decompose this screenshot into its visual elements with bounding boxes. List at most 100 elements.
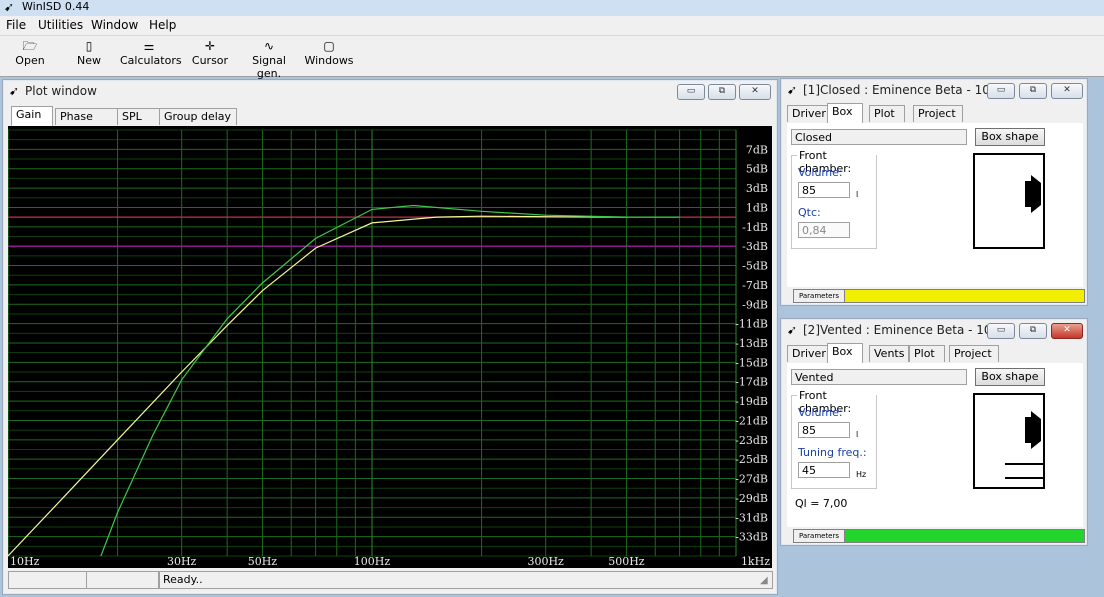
box-shape-button[interactable]: Box shape (975, 368, 1045, 386)
y-tick-label: 5dB (746, 163, 768, 176)
y-tick-label: -11dB (735, 318, 768, 331)
y-tick-label: -5dB (742, 260, 768, 273)
y-tick-label: -21dB (735, 414, 768, 427)
signal-gen-button-label: Signal gen. (252, 54, 286, 80)
series-line-2 (100, 204, 680, 557)
box-shape-button[interactable]: Box shape (975, 128, 1045, 146)
folder-open-icon: 🗁 (22, 39, 38, 53)
menu-utilities[interactable]: Utilities (38, 18, 83, 32)
main-toolbar: 🗁 Open ▯ New ⚌ Calculators ✛ Cursor ∿ Si… (0, 36, 1104, 80)
series-line-1 (8, 215, 627, 557)
tab-box[interactable]: Box (827, 343, 863, 363)
vented-parameters-bar[interactable]: Parameters (793, 529, 1085, 543)
tab-phase-plot[interactable]: Phase plot (55, 108, 120, 138)
calculator-icon: ⚌ (143, 39, 155, 53)
vented-parameters-color (845, 530, 1084, 542)
vented-box-window: ➹ [2]Vented : Eminence Beta - 10 ▭ ⧉ ✕ D… (780, 318, 1088, 546)
closed-box-tab-panel: Closed Box shape Front chamber: Volume: … (787, 123, 1083, 287)
windows-button-label: Windows (304, 54, 354, 67)
volume-input[interactable]: 85 (798, 182, 850, 198)
closed-window-titlebar[interactable]: ➹ [1]Closed : Eminence Beta - 10 ▭ ⧉ ✕ (781, 79, 1087, 101)
y-tick-label: -29dB (735, 492, 768, 505)
volume-input[interactable]: 85 (798, 422, 850, 438)
y-tick-label: -3dB (742, 240, 768, 253)
tuning-freq-unit: Hz (856, 470, 867, 479)
gain-plot[interactable]: 7dB 5dB 3dB 1dB -1dB -3dB -5dB -7dB -9dB -11dB -13… (8, 126, 772, 568)
y-tick-label: -27dB (735, 473, 768, 486)
box-type-field: Closed (791, 129, 967, 145)
x-tick-label: 30Hz (167, 555, 197, 568)
resize-grip-icon[interactable]: ◢ (760, 575, 768, 586)
x-tick-label: 100Hz (354, 555, 391, 568)
minimize-icon[interactable]: ▭ (677, 84, 705, 100)
closed-tabs: Driver Box Plot Project (785, 103, 1083, 123)
box-shape-drawing (973, 153, 1045, 249)
restore-icon[interactable]: ⧉ (1019, 83, 1047, 99)
plot-window-titlebar[interactable]: ➹ Plot window ▭ ⧉ ✕ (3, 80, 777, 102)
box-type-field: Vented (791, 369, 967, 385)
volume-label: Volume: (798, 166, 843, 179)
volume-label: Volume: (798, 406, 843, 419)
tab-group-delay[interactable]: Group delay (159, 108, 237, 125)
open-button[interactable]: 🗁 Open (14, 38, 46, 67)
front-chamber-group: Front chamber: Volume: 85 l Tuning freq.… (791, 389, 877, 489)
windows-icon: ▢ (323, 39, 335, 53)
plot-window-icon: ➹ (9, 84, 20, 98)
app-title: WinISD 0.44 (22, 0, 90, 13)
tab-spl[interactable]: SPL (117, 108, 161, 125)
y-tick-label: 7dB (746, 143, 768, 156)
menu-file[interactable]: File (6, 18, 26, 32)
tab-project[interactable]: Project (949, 345, 999, 362)
winisd-app-icon: ➹ (4, 0, 15, 14)
status-cell-2 (86, 571, 159, 589)
closed-parameters-bar[interactable]: Parameters (793, 289, 1085, 303)
open-button-label: Open (15, 54, 45, 67)
tuning-freq-label: Tuning freq.: (798, 446, 867, 459)
vented-box-tab-panel: Vented Box shape Front chamber: Volume: … (787, 363, 1083, 527)
tuning-freq-input[interactable]: 45 (798, 462, 850, 478)
volume-unit: l (856, 430, 859, 439)
restore-icon[interactable]: ⧉ (1019, 323, 1047, 339)
status-text: Ready.. (159, 571, 773, 589)
gain-chart-svg[interactable]: 7dB 5dB 3dB 1dB -1dB -3dB -5dB -7dB -9dB -11dB -13… (8, 126, 772, 568)
closed-parameters-color (845, 290, 1084, 302)
y-tick-label: 3dB (746, 182, 768, 195)
vented-window-title: [2]Vented : Eminence Beta - 10 (803, 323, 992, 337)
windows-button[interactable]: ▢ Windows (304, 38, 354, 67)
closed-box-window: ➹ [1]Closed : Eminence Beta - 10 ▭ ⧉ ✕ D… (780, 78, 1088, 306)
tab-gain[interactable]: Gain (11, 106, 53, 126)
menu-window[interactable]: Window (91, 18, 138, 32)
tab-vents[interactable]: Vents (869, 345, 909, 362)
front-chamber-group: Front chamber: Volume: 85 l Qtc: 0,84 (791, 149, 877, 249)
restore-icon[interactable]: ⧉ (708, 84, 736, 100)
cursor-button[interactable]: ✛ Cursor (190, 38, 230, 67)
closed-window-icon: ➹ (787, 83, 798, 97)
y-tick-label: -19dB (735, 395, 768, 408)
close-icon[interactable]: ✕ (1051, 323, 1083, 339)
tab-driver[interactable]: Driver (787, 105, 829, 122)
menu-bar: File Utilities Window Help (0, 16, 1104, 36)
tab-plot[interactable]: Plot (869, 105, 905, 122)
calculators-button[interactable]: ⚌ Calculators (120, 38, 182, 67)
tab-plot[interactable]: Plot (909, 345, 945, 362)
vented-window-titlebar[interactable]: ➹ [2]Vented : Eminence Beta - 10 ▭ ⧉ ✕ (781, 319, 1087, 341)
status-cell-1 (8, 571, 87, 589)
tab-box[interactable]: Box (827, 103, 863, 123)
minimize-icon[interactable]: ▭ (987, 323, 1015, 339)
minimize-icon[interactable]: ▭ (987, 83, 1015, 99)
tab-driver[interactable]: Driver (787, 345, 829, 362)
y-tick-label: -33dB (735, 531, 768, 544)
new-button[interactable]: ▯ New (74, 38, 104, 67)
parameters-label: Parameters (794, 290, 845, 302)
tab-project[interactable]: Project (913, 105, 963, 122)
close-icon[interactable]: ✕ (739, 84, 771, 100)
plot-window-title: Plot window (25, 84, 97, 98)
closed-window-title: [1]Closed : Eminence Beta - 10 (803, 83, 990, 97)
y-tick-label: -7dB (742, 279, 768, 292)
y-tick-label: -9dB (742, 298, 768, 311)
y-tick-label: -1dB (742, 221, 768, 234)
y-tick-label: -31dB (735, 511, 768, 524)
menu-help[interactable]: Help (149, 18, 176, 32)
close-icon[interactable]: ✕ (1051, 83, 1083, 99)
signal-gen-button[interactable]: ∿ Signal gen. (239, 38, 299, 80)
